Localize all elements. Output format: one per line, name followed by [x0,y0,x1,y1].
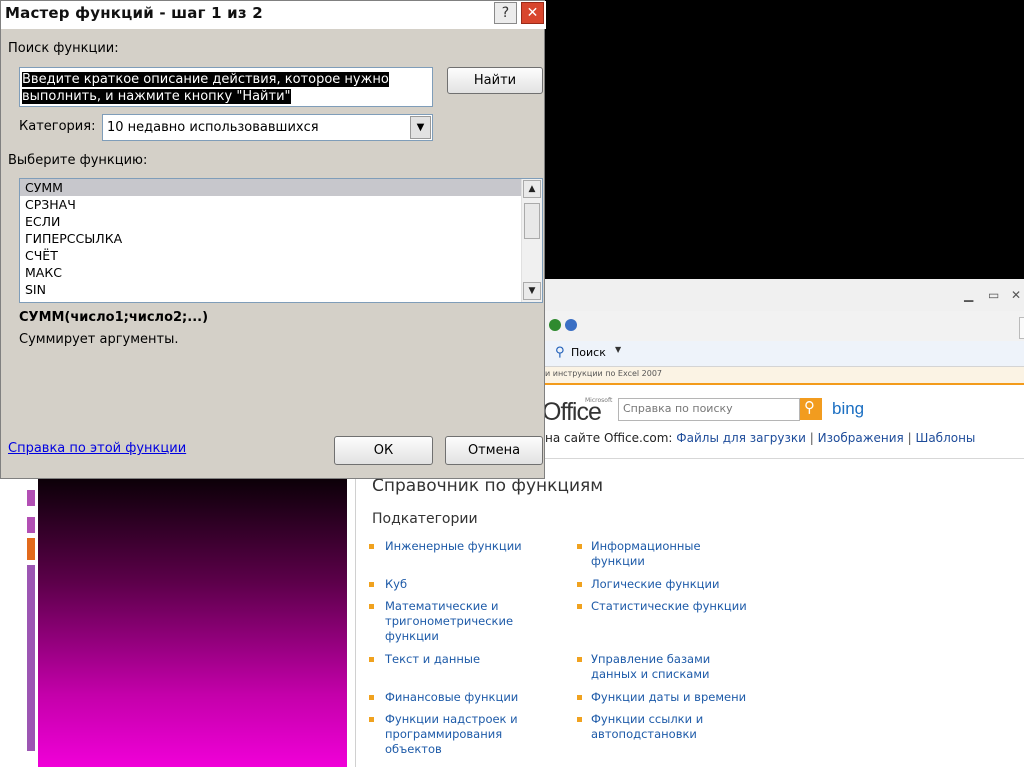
list-item[interactable]: Финансовые функции [369,690,545,712]
links-prefix: на сайте Office.com: [545,431,673,445]
close-icon[interactable]: ✕ [1011,288,1021,302]
search-label: Поиск функции: [8,41,119,56]
help-titlebar: ▁ ▭ ✕ [545,279,1024,312]
list-item[interactable]: Инженерные функции [369,539,545,577]
category-label: Категория: [19,119,96,134]
chevron-down-icon[interactable]: ▼ [615,345,621,354]
scroll-thumb[interactable] [524,203,540,239]
help-article: Справочник по функциям Подкатегории Инже… [354,476,1024,767]
list-item[interactable]: СУММ [20,179,542,196]
bing-logo: bing [832,399,865,418]
subcategories-title: Подкатегории [372,511,478,527]
list-item[interactable]: ЕСЛИ [20,213,542,230]
scroll-up-icon[interactable]: ▲ [523,180,541,198]
page-title: Справочник по функциям [372,476,604,496]
toolbar-search-button[interactable]: Поиск [571,346,606,359]
list-scrollbar[interactable]: ▲ ▼ [521,179,542,302]
list-item[interactable]: Математические и тригонометрические функ… [369,599,545,652]
help-breadcrumb: и инструкции по Excel 2007 [545,367,1024,385]
gradient-block [38,479,347,767]
help-search-button[interactable]: ⚲ [800,398,822,420]
dialog-title: Мастер функций - шаг 1 из 2 [5,4,263,22]
list-item[interactable]: SIN [20,281,542,298]
magnifier-icon: ⚲ [804,398,815,416]
function-list[interactable]: СУММ СРЗНАЧ ЕСЛИ ГИПЕРССЫЛКА СЧЁТ МАКС S… [19,178,543,303]
ok-button[interactable]: ОК [334,436,433,465]
function-help-link[interactable]: Справка по этой функции [8,441,186,456]
category-select[interactable]: 10 недавно использовавшихся ▼ [102,114,433,141]
breadcrumb-text: и инструкции по Excel 2007 [545,369,663,378]
list-item[interactable]: Функции ссылки и автоподстановки [577,712,761,757]
list-item[interactable]: Текст и данные [369,652,545,690]
link-images[interactable]: Изображения [818,431,904,445]
function-search-input[interactable]: Введите краткое описание действия, котор… [19,67,433,107]
refresh-icon[interactable] [549,319,561,331]
link-downloads[interactable]: Файлы для загрузки [676,431,806,445]
help-search-input[interactable]: Справка по поиску [618,398,800,421]
list-item[interactable]: Куб [369,577,545,599]
chevron-down-icon[interactable]: ▼ [410,116,431,139]
category-value: 10 недавно использовавшихся [107,120,319,135]
help-icon[interactable]: ? [494,2,517,24]
help-toolbar-search: ⚲ Поиск ▼ [545,341,1024,367]
list-item[interactable]: МАКС [20,264,542,281]
list-item[interactable]: Управление базами данных и списками [577,652,761,690]
decor-bar [27,517,35,533]
office-links-row: на сайте Office.com: Файлы для загрузки … [545,431,976,445]
list-item[interactable]: Функции надстроек и программирования объ… [369,712,545,757]
toolbar-edge [1019,317,1024,339]
list-item[interactable]: Статистические функции [577,599,761,652]
list-item[interactable]: ГИПЕРССЫЛКА [20,230,542,247]
decor-bar [27,565,35,751]
subcats-left-column: Инженерные функции Куб Математические и … [369,539,545,757]
list-item[interactable]: Информационные функции [577,539,761,577]
subcats-right-column: Информационные функции Логические функци… [577,539,761,757]
list-item[interactable]: Функции даты и времени [577,690,761,712]
help-toolbar-nav [545,311,1024,342]
find-button[interactable]: Найти [447,67,543,94]
function-signature: СУММ(число1;число2;...) [19,310,209,325]
slide-panel [0,479,355,767]
scroll-down-icon[interactable]: ▼ [523,282,541,300]
cancel-button[interactable]: Отмена [445,436,543,465]
help-search-area: Office Microsoft Справка по поиску ⚲ bin… [545,385,1024,457]
office-logo-superscript: Microsoft [585,397,613,404]
home-icon[interactable] [565,319,577,331]
link-templates[interactable]: Шаблоны [915,431,975,445]
maximize-icon[interactable]: ▭ [988,288,999,302]
select-function-label: Выберите функцию: [8,153,148,168]
close-icon[interactable]: ✕ [521,2,544,24]
decor-bar [27,538,35,560]
list-item[interactable]: СЧЁТ [20,247,542,264]
minimize-icon[interactable]: ▁ [964,288,973,302]
function-description: Суммирует аргументы. [19,332,179,347]
dialog-titlebar: Мастер функций - шаг 1 из 2 ? ✕ [1,1,546,29]
list-item[interactable]: Логические функции [577,577,761,599]
function-wizard-dialog: Мастер функций - шаг 1 из 2 ? ✕ Поиск фу… [0,0,546,479]
decor-bar [27,490,35,506]
search-icon: ⚲ [555,345,565,360]
help-search-placeholder: Справка по поиску [623,402,733,415]
list-item[interactable]: СРЗНАЧ [20,196,542,213]
search-input-text: Введите краткое описание действия, котор… [22,72,389,104]
